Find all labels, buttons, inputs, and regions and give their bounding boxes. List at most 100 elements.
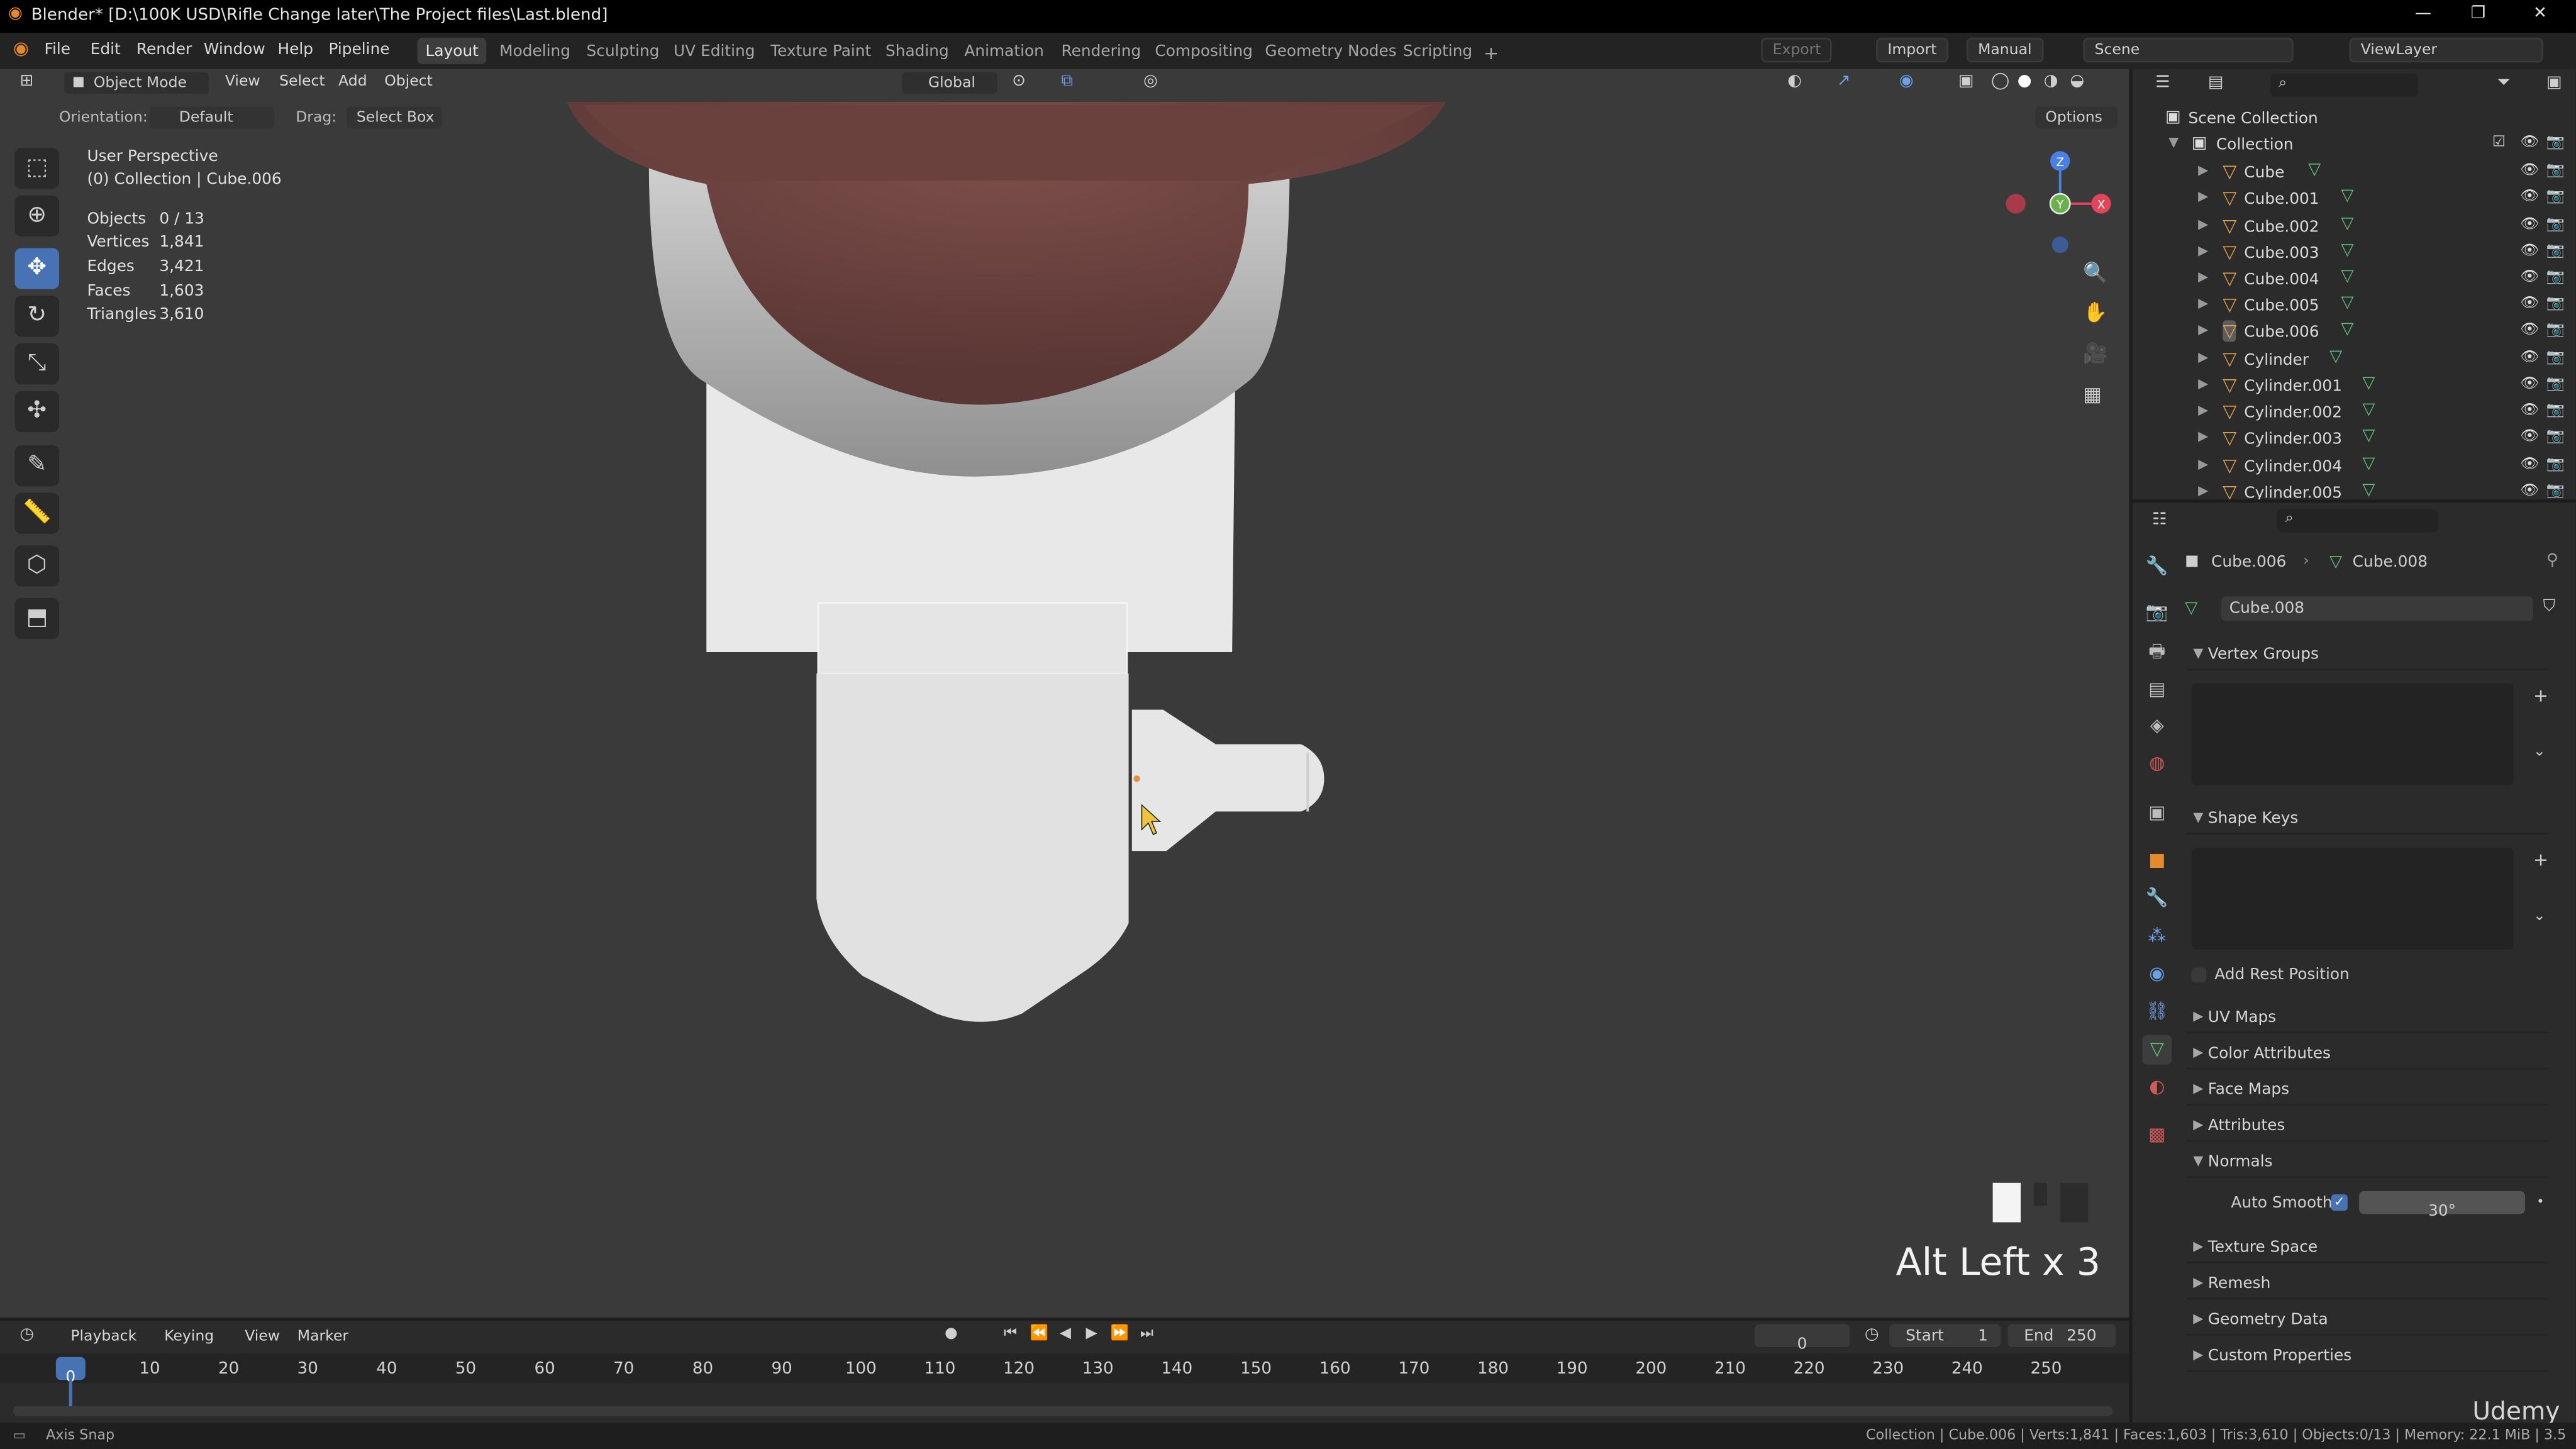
outliner-item[interactable]: ▶ ▽ Cylinder.005 ▽ 👁 📷 xyxy=(2133,480,2576,499)
cursor-tool-icon[interactable]: ⊕ xyxy=(14,195,60,237)
gizmo-toggle-icon[interactable]: ↗ xyxy=(1836,73,1850,91)
pivot-icon[interactable]: ⊙ xyxy=(1012,73,1026,91)
vertex-groups-list[interactable] xyxy=(2191,683,2514,786)
add-shape-key-button[interactable]: + xyxy=(2533,851,2548,869)
jump-end-icon[interactable]: ⏭ xyxy=(1140,1326,1153,1343)
tab-uv-editing[interactable]: UV Editing xyxy=(665,38,763,64)
prev-keyframe-icon[interactable]: ⏪ xyxy=(1030,1326,1048,1343)
vertex-groups-panel[interactable]: ▼ Vertex Groups xyxy=(2186,638,2548,670)
eye-icon[interactable]: 👁 xyxy=(2520,189,2539,205)
eye-icon[interactable]: 👁 xyxy=(2520,457,2539,473)
eye-icon[interactable]: 👁 xyxy=(2520,429,2539,445)
menu-file[interactable]: File xyxy=(45,41,71,59)
expand-arrow-icon[interactable]: ▶ xyxy=(2198,269,2208,284)
material-shading-icon[interactable]: ◑ xyxy=(2044,73,2058,91)
material-tab-icon[interactable]: ◐ xyxy=(2142,1073,2172,1102)
camera-icon[interactable]: 📷 xyxy=(2546,483,2565,499)
scale-tool-icon[interactable]: ⤡ xyxy=(14,343,60,385)
expand-arrow-icon[interactable]: ▶ xyxy=(2198,429,2208,444)
tab-shading[interactable]: Shading xyxy=(877,38,957,64)
camera-icon[interactable]: 📷 xyxy=(2546,269,2565,286)
shape-keys-panel[interactable]: ▼ Shape Keys xyxy=(2186,802,2548,835)
modifiers-tab-icon[interactable]: 🔧 xyxy=(2142,884,2172,913)
auto-smooth-checkbox[interactable]: ✓ xyxy=(2331,1194,2348,1211)
filter-icon[interactable]: ⏷ xyxy=(2497,75,2511,92)
mesh-data-icon[interactable]: ▽ xyxy=(2362,401,2375,419)
extra-tool-icon[interactable]: ⬒ xyxy=(14,597,60,640)
timeline-editor-icon[interactable]: ◷ xyxy=(19,1326,34,1344)
mesh-data-icon[interactable]: ▽ xyxy=(2308,161,2321,179)
proportional-edit-icon[interactable]: ◎ xyxy=(1143,73,1158,91)
expand-arrow-icon[interactable]: ▶ xyxy=(2198,296,2208,311)
transform-orientation-selector[interactable]: Global xyxy=(900,70,999,96)
playhead[interactable]: 0 xyxy=(55,1357,86,1387)
select-tool-icon[interactable]: ⬚ xyxy=(14,148,60,189)
expand-arrow-icon[interactable]: ▶ xyxy=(2198,483,2208,498)
annotate-tool-icon[interactable]: ✎ xyxy=(14,445,60,487)
tab-layout[interactable]: Layout xyxy=(417,38,487,64)
move-tool-icon[interactable]: ✥ xyxy=(14,248,60,289)
custom-properties-panel[interactable]: ▶ Custom Properties xyxy=(2186,1339,2548,1372)
outliner-item[interactable]: ▶ ▽ Cylinder.001 ▽ 👁 📷 xyxy=(2133,373,2576,399)
face-maps-panel[interactable]: ▶ Face Maps xyxy=(2186,1073,2548,1106)
zoom-icon[interactable]: 🔍 xyxy=(2083,263,2107,282)
remesh-panel[interactable]: ▶ Remesh xyxy=(2186,1267,2548,1300)
current-frame-field[interactable]: 0 xyxy=(1754,1324,1850,1353)
measure-tool-icon[interactable]: 📏 xyxy=(14,492,60,534)
new-collection-icon[interactable]: ▣ xyxy=(2546,75,2562,92)
world-tab-icon[interactable]: ◍ xyxy=(2142,749,2172,779)
outliner-panel[interactable]: ☰ ▤ ⌕ ⏷ ▣ ▣ Scene Collection ▼ ▣ Collect… xyxy=(2132,69,2576,500)
rotate-tool-icon[interactable]: ↻ xyxy=(14,296,60,337)
outliner-item[interactable]: ▶ ▽ Cylinder.004 ▽ 👁 📷 xyxy=(2133,453,2576,480)
display-mode-icon[interactable]: ▤ xyxy=(2208,75,2224,92)
mesh-datablock-icon[interactable]: ▽ xyxy=(2185,601,2197,618)
timeline-menu-playback[interactable]: Playback xyxy=(70,1329,136,1345)
render-tab-icon[interactable]: 📷 xyxy=(2142,598,2172,628)
transform-tool-icon[interactable]: ✣ xyxy=(14,391,60,433)
attributes-panel[interactable]: ▶ Attributes xyxy=(2186,1109,2548,1142)
mesh-name-field[interactable]: Cube.008 xyxy=(2221,596,2534,621)
physics-tab-icon[interactable]: ◉ xyxy=(2142,960,2172,989)
geometry-data-panel[interactable]: ▶ Geometry Data xyxy=(2186,1302,2548,1336)
properties-search-input[interactable]: ⌕ xyxy=(2277,509,2438,533)
outliner-item-active[interactable]: ▶ ▽ Cube.006 ▽ 👁 📷 xyxy=(2133,319,2576,345)
expand-arrow-icon[interactable]: ▶ xyxy=(2198,322,2208,337)
viewport-menu-view[interactable]: View xyxy=(225,74,260,91)
export-button[interactable]: Export xyxy=(1761,38,1833,63)
fake-user-shield-icon[interactable]: ⛉ xyxy=(2543,599,2556,616)
camera-icon[interactable]: 📷 xyxy=(2546,457,2565,473)
eye-icon[interactable]: 👁 xyxy=(2520,376,2539,392)
menu-window[interactable]: Window xyxy=(204,41,265,59)
tab-animation[interactable]: Animation xyxy=(956,38,1052,64)
texture-space-panel[interactable]: ▶ Texture Space xyxy=(2186,1231,2548,1263)
tab-scripting[interactable]: Scripting xyxy=(1395,38,1480,64)
eye-icon[interactable]: 👁 xyxy=(2520,296,2539,312)
scene-collection-row[interactable]: ▣ Scene Collection xyxy=(2133,107,2576,133)
camera-icon[interactable]: 📷 xyxy=(2546,189,2565,205)
overlays-icon[interactable]: ◉ xyxy=(1899,73,1914,91)
eye-icon[interactable]: 👁 xyxy=(2520,269,2539,286)
play-reverse-icon[interactable]: ◀ xyxy=(1060,1326,1071,1343)
play-icon[interactable]: ▶ xyxy=(1086,1326,1097,1343)
expand-arrow-icon[interactable]: ▶ xyxy=(2198,402,2208,418)
end-frame-field[interactable]: End 250 xyxy=(2007,1324,2116,1348)
camera-icon[interactable]: 📷 xyxy=(2546,322,2565,338)
mesh-data-icon[interactable]: ▽ xyxy=(2362,427,2375,445)
mesh-data-icon[interactable]: ▽ xyxy=(2341,294,2353,313)
minimize-button[interactable]: — xyxy=(2415,6,2431,23)
mesh-data-icon[interactable]: ▽ xyxy=(2362,455,2375,474)
outliner-item[interactable]: ▶ ▽ Cylinder.003 ▽ 👁 📷 xyxy=(2133,426,2576,452)
navigation-gizmo[interactable]: Z X Y xyxy=(2001,145,2116,260)
wireframe-shading-icon[interactable]: ◯ xyxy=(1991,73,2009,91)
camera-icon[interactable]: 📷 xyxy=(2546,429,2565,445)
normals-panel[interactable]: ▼ Normals xyxy=(2186,1145,2548,1178)
tab-compositing[interactable]: Compositing xyxy=(1146,38,1261,64)
orientation-selector[interactable]: Default xyxy=(148,105,276,130)
snap-icon[interactable]: ⧉ xyxy=(1061,73,1073,91)
expand-arrow-icon[interactable]: ▶ xyxy=(2198,350,2208,365)
eye-icon[interactable]: 👁 xyxy=(2520,402,2539,419)
scene-tab-icon[interactable]: ◈ xyxy=(2142,711,2172,741)
outliner-item[interactable]: ▶ ▽ Cube.002 ▽ 👁 📷 xyxy=(2133,214,2576,240)
shape-keys-list[interactable] xyxy=(2191,847,2514,950)
mesh-data-icon[interactable]: ▽ xyxy=(2341,320,2353,338)
